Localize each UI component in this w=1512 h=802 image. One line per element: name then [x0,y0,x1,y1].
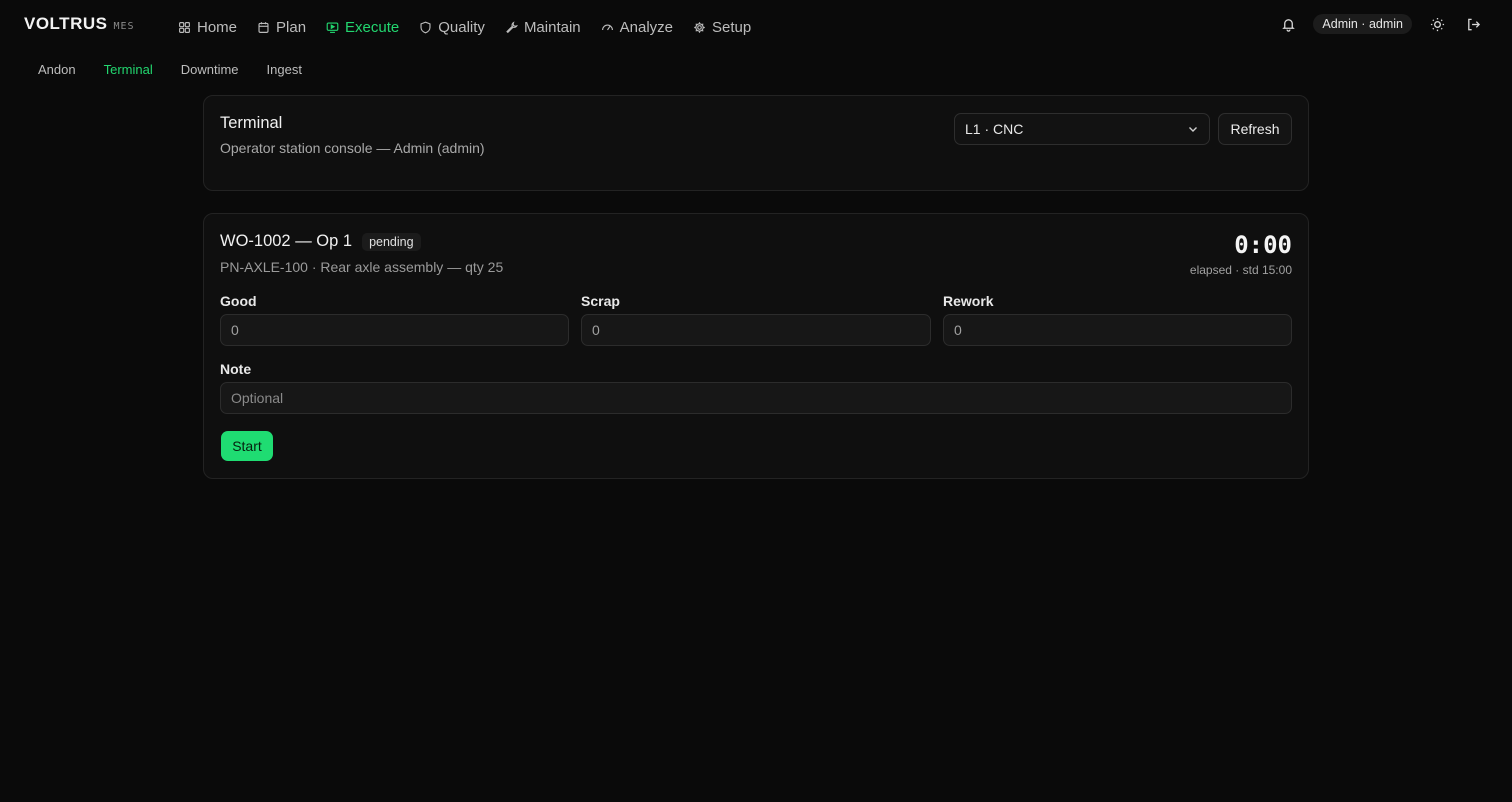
work-order-card: WO-1002 — Op 1 pending PN-AXLE-100 · Rea… [203,213,1309,479]
theme-toggle-button[interactable] [1426,13,1448,35]
note-label: Note [220,361,252,377]
start-button[interactable]: Start [221,431,273,461]
brand-tag: MES [113,21,135,32]
nav-item-label: Plan [276,18,307,36]
nav-item-label: Home [197,18,238,36]
work-order-title: WO-1002 — Op 1 [220,232,353,250]
wrench-icon [506,20,518,33]
logout-button[interactable] [1462,13,1484,35]
nav-item-label: Execute [345,18,400,36]
nav-item-home[interactable]: Home [170,14,249,40]
good-input[interactable] [220,314,569,346]
monitor-play-icon [326,21,339,33]
nav-item-analyze[interactable]: Analyze [593,14,685,40]
chevron-down-icon [1189,127,1197,132]
nav-item-label: Analyze [619,18,674,36]
status-badge: pending [362,232,421,251]
gauge-icon [601,24,613,30]
nav-item-quality[interactable]: Quality [411,14,497,40]
brand-name: VOLTRUS [24,14,108,33]
subnav-terminal[interactable]: Terminal [90,60,167,79]
main-nav: Home Plan Execute Quality Maintain Analy… [170,14,763,40]
note-input[interactable] [220,382,1292,414]
notifications-button[interactable] [1277,13,1299,35]
nav-item-label: Setup [712,18,752,36]
nav-item-maintain[interactable]: Maintain [497,14,593,40]
scrap-label: Scrap [581,293,620,309]
scrap-input[interactable] [581,314,931,346]
nav-item-setup[interactable]: Setup [685,14,763,40]
subnav-andon[interactable]: Andon [24,60,90,79]
work-order-title-row: WO-1002 — Op 1 pending [220,232,421,251]
brand-logo[interactable]: VOLTRUS MES [24,14,135,34]
nav-item-execute[interactable]: Execute [318,14,411,40]
subnav-ingest[interactable]: Ingest [253,60,316,79]
nav-item-label: Quality [438,18,485,36]
shield-icon [420,21,431,33]
logout-icon [1467,18,1480,30]
subnav-downtime[interactable]: Downtime [167,60,253,79]
refresh-button[interactable]: Refresh [1218,113,1292,145]
station-select-value: L1 · CNC [965,121,1024,137]
work-order-subtitle: PN-AXLE-100 · Rear axle assembly — qty 2… [220,259,504,275]
page-subtitle: Operator station console — Admin (admin) [220,140,485,156]
station-select[interactable]: L1 · CNC [954,113,1210,145]
grid-icon [179,21,190,33]
top-bar: VOLTRUS MES Home Plan Execute Quality Ma… [0,0,1512,50]
gear-icon [694,21,705,33]
bell-icon [1282,18,1295,32]
rework-label: Rework [943,293,994,309]
sun-icon [1430,17,1444,31]
nav-item-label: Maintain [523,18,581,36]
terminal-header-card: Terminal Operator station console — Admi… [203,95,1309,191]
calendar-icon [258,21,269,33]
nav-item-plan[interactable]: Plan [249,14,318,40]
good-label: Good [220,293,257,309]
header-actions: Admin · admin [1277,13,1484,35]
page-title: Terminal [220,114,283,132]
rework-input[interactable] [943,314,1292,346]
elapsed-timer: 0:00 [1234,231,1292,259]
elapsed-caption: elapsed · std 15:00 [1189,263,1292,277]
user-chip[interactable]: Admin · admin [1313,14,1412,34]
sub-nav: Andon Terminal Downtime Ingest [24,60,316,79]
